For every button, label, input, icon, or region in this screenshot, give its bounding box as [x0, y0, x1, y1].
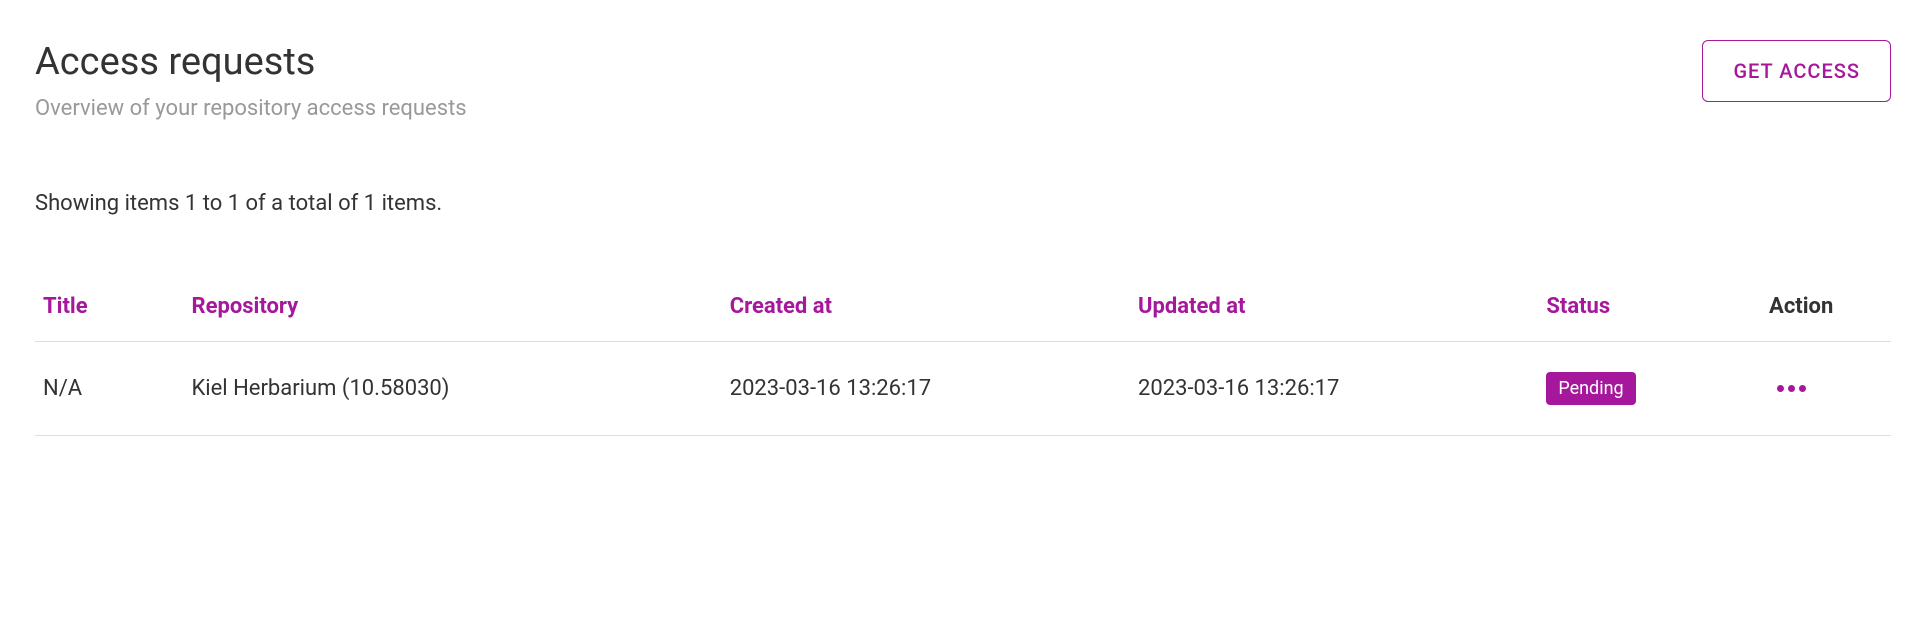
more-icon [1799, 385, 1806, 392]
more-icon [1777, 385, 1784, 392]
cell-repository: Kiel Herbarium (10.58030) [183, 342, 721, 436]
cell-title: N/A [35, 342, 183, 436]
table-row: N/A Kiel Herbarium (10.58030) 2023-03-16… [35, 342, 1891, 436]
column-header-repository[interactable]: Repository [183, 276, 721, 342]
column-header-title[interactable]: Title [35, 276, 183, 342]
column-header-status[interactable]: Status [1538, 276, 1761, 342]
cell-action [1761, 342, 1891, 436]
table-header-row: Title Repository Created at Updated at S… [35, 276, 1891, 342]
cell-created-at: 2023-03-16 13:26:17 [722, 342, 1130, 436]
column-header-action: Action [1761, 276, 1891, 342]
get-access-button[interactable]: GET ACCESS [1702, 40, 1891, 102]
cell-status: Pending [1538, 342, 1761, 436]
column-header-updated-at[interactable]: Updated at [1130, 276, 1538, 342]
page-subtitle: Overview of your repository access reque… [35, 96, 467, 121]
row-action-button[interactable] [1769, 377, 1814, 400]
page-title: Access requests [35, 40, 467, 84]
column-header-created-at[interactable]: Created at [722, 276, 1130, 342]
cell-updated-at: 2023-03-16 13:26:17 [1130, 342, 1538, 436]
page-header: Access requests Overview of your reposit… [35, 40, 1891, 121]
header-left: Access requests Overview of your reposit… [35, 40, 467, 121]
access-requests-table: Title Repository Created at Updated at S… [35, 276, 1891, 436]
status-badge: Pending [1546, 372, 1635, 405]
showing-items-text: Showing items 1 to 1 of a total of 1 ite… [35, 191, 1891, 216]
more-icon [1788, 385, 1795, 392]
